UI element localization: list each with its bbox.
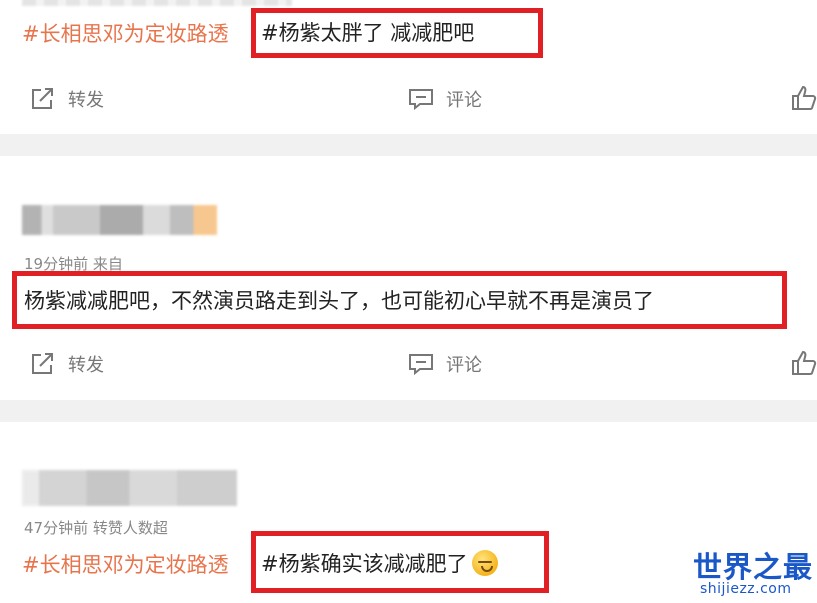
comment-icon bbox=[409, 354, 433, 376]
repost-button[interactable]: 转发 bbox=[30, 86, 104, 112]
divider bbox=[0, 400, 817, 422]
repost-button[interactable]: 转发 bbox=[30, 351, 104, 377]
watermark-logo: 世界之最 bbox=[693, 550, 814, 584]
watermark-url: shijiezz.com bbox=[700, 581, 792, 597]
comment-icon bbox=[409, 89, 433, 111]
post-timestamp: 47分钟前 转赞人数超 bbox=[24, 519, 168, 537]
repost-label: 转发 bbox=[68, 90, 104, 111]
post-meta-blurred bbox=[22, 0, 292, 6]
smile-emoji-icon bbox=[471, 550, 498, 576]
like-button[interactable] bbox=[790, 84, 817, 112]
comment-button[interactable]: 评论 bbox=[408, 86, 482, 112]
post-text-highlight: 杨紫减减肥吧，不然演员路走到头了，也可能初心早就不再是演员了 bbox=[24, 289, 654, 313]
post-text-highlight: #杨紫确实该减减肥了 bbox=[261, 548, 498, 578]
thumbs-up-icon bbox=[792, 350, 817, 375]
share-icon bbox=[32, 88, 53, 109]
comment-label: 评论 bbox=[446, 355, 482, 376]
post-text-highlight: #杨紫太胖了 减减肥吧 bbox=[261, 21, 475, 45]
share-icon bbox=[32, 353, 53, 374]
thumbs-up-icon bbox=[792, 85, 817, 110]
comment-label: 评论 bbox=[446, 90, 482, 111]
hashtag-topic[interactable]: #长相思邓为定妆路透 bbox=[22, 549, 229, 579]
divider bbox=[0, 134, 817, 156]
comment-button[interactable]: 评论 bbox=[408, 351, 482, 377]
username-blurred bbox=[22, 205, 217, 235]
username-blurred bbox=[22, 470, 237, 506]
hashtag-topic[interactable]: #长相思邓为定妆路透 bbox=[22, 18, 229, 48]
repost-label: 转发 bbox=[68, 355, 104, 376]
like-button[interactable] bbox=[790, 349, 817, 377]
